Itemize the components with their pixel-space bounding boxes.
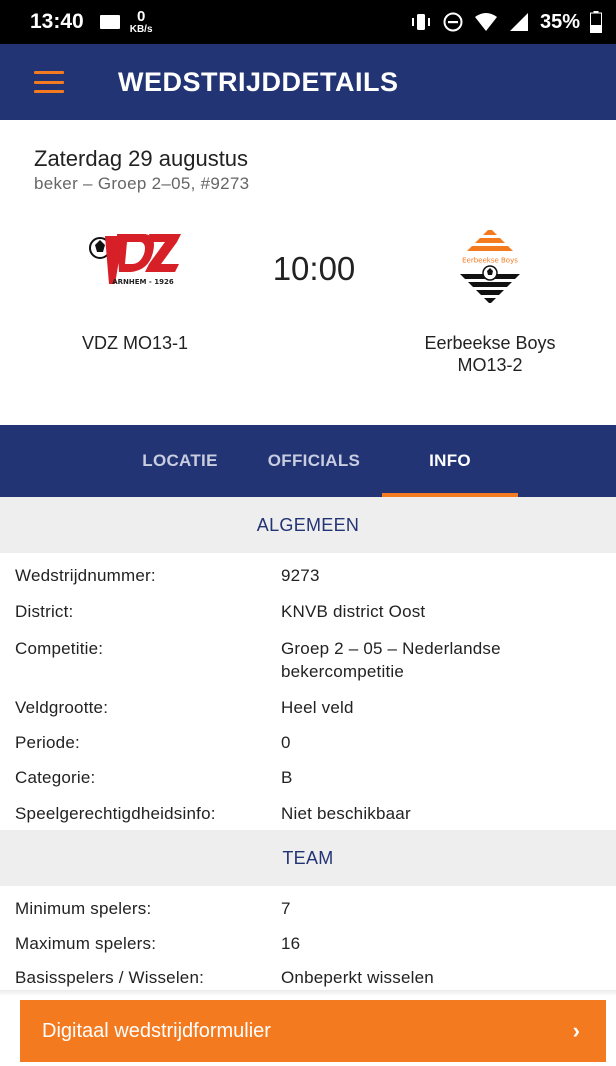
away-team[interactable]: Eerbeekse Boys Eerbeekse Boys MO13-2 (410, 226, 570, 376)
info-value: 0 (281, 733, 291, 752)
kickoff-time: 10:00 (272, 250, 356, 287)
notification-icon (99, 15, 120, 29)
vibrate-icon (411, 14, 430, 30)
info-value: Groep 2 – 05 – Nederlandse bekercompetit… (281, 639, 501, 681)
info-value: B (281, 768, 293, 787)
section-header-general: ALGEMEEN (0, 497, 616, 553)
speed-unit: KB/s (129, 23, 153, 35)
info-label: District: (15, 602, 74, 621)
match-date: Zaterdag 29 augustus (34, 146, 249, 171)
tab-locatie[interactable]: LOCATIE (112, 425, 248, 497)
battery-icon (590, 11, 602, 33)
info-label: Speelgerechtigdheidsinfo: (15, 804, 216, 823)
signal-icon (509, 13, 528, 31)
away-logo-text: Eerbeekse Boys (462, 257, 518, 265)
info-label: Maximum spelers: (15, 934, 157, 953)
info-value: 9273 (281, 566, 320, 585)
app-bar: WEDSTRIJDDETAILS (0, 44, 616, 120)
match-header: Zaterdag 29 augustus beker – Groep 2–05,… (34, 146, 249, 194)
tab-bar: LOCATIE OFFICIALS INFO (0, 425, 616, 497)
speed-value: 0 (136, 7, 146, 25)
tab-officials[interactable]: OFFICIALS (246, 425, 382, 497)
info-label: Competitie: (15, 639, 104, 658)
status-bar: 13:40 0 KB/s 35% (0, 0, 616, 44)
info-value: 16 (281, 934, 301, 953)
info-label: Wedstrijdnummer: (15, 566, 156, 585)
away-team-name: Eerbeekse Boys MO13-2 (424, 333, 556, 375)
digital-match-form-button[interactable]: Digitaal wedstrijdformulier › (20, 1000, 606, 1062)
match-subtitle: beker – Groep 2–05, #9273 (34, 174, 250, 193)
home-team-logo: ARNHEM - 1926 (60, 226, 210, 306)
info-value: Niet beschikbaar (281, 804, 411, 823)
home-team-name: VDZ MO13-1 (81, 333, 189, 353)
info-value: Onbeperkt wisselen (281, 968, 434, 987)
info-label: Periode: (15, 733, 80, 752)
info-label: Basisspelers / Wisselen: (15, 968, 205, 987)
section-header-team: TEAM (0, 830, 616, 886)
network-speed: 0 KB/s (129, 7, 153, 35)
info-value: 7 (281, 899, 291, 918)
status-icons: 35% (410, 11, 602, 34)
home-team[interactable]: ARNHEM - 1926 VDZ MO13-1 (60, 226, 210, 354)
home-logo-subtext: ARNHEM - 1926 (112, 278, 174, 286)
info-value: KNVB district Oost (281, 602, 426, 621)
battery-percent: 35% (539, 10, 580, 33)
cta-label: Digitaal wedstrijdformulier (42, 1019, 271, 1042)
do-not-disturb-icon (443, 12, 463, 32)
chevron-right-icon: › (572, 1018, 580, 1043)
info-value: Heel veld (281, 698, 354, 717)
page-title: WEDSTRIJDDETAILS (118, 66, 399, 97)
hamburger-icon[interactable] (34, 71, 64, 93)
away-team-logo: Eerbeekse Boys (410, 226, 570, 306)
status-time: 13:40 (30, 10, 84, 33)
wifi-icon (474, 13, 497, 31)
bottom-divider (0, 990, 616, 996)
info-label: Minimum spelers: (15, 899, 152, 918)
info-label: Categorie: (15, 768, 96, 787)
info-label: Veldgrootte: (15, 698, 109, 717)
tab-info[interactable]: INFO (382, 425, 518, 497)
